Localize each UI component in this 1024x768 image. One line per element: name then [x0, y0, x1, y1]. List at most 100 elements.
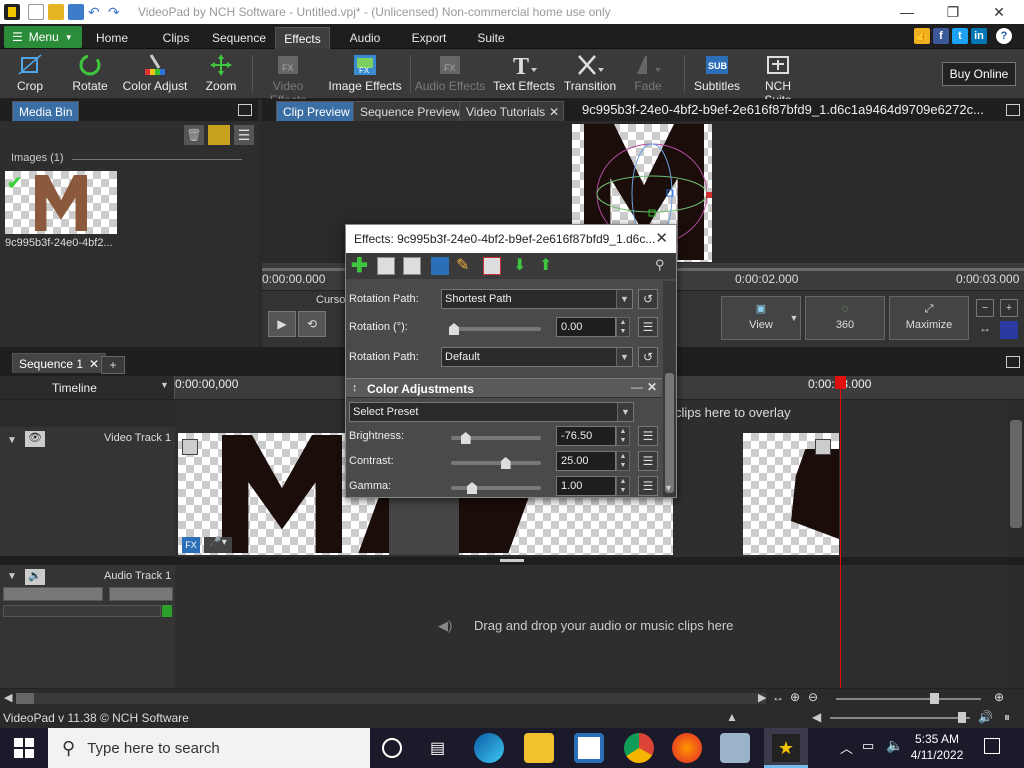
rotation-slider[interactable] [451, 327, 541, 331]
maximize-button[interactable]: ⤢ Maximize [889, 296, 969, 340]
zoom-in-icon[interactable]: + [1000, 299, 1018, 317]
speaker-icon[interactable]: 🔊 [25, 569, 45, 585]
tab-sequence[interactable]: Sequence [210, 27, 268, 49]
fit-timeline-icon[interactable]: ↔ [772, 690, 784, 704]
view-dropdown-icon[interactable]: ▼ [786, 296, 802, 340]
save-preset-icon[interactable] [431, 257, 449, 275]
tab-clip-preview[interactable]: Clip Preview [276, 101, 357, 121]
volume-icon[interactable]: 🔈 [886, 737, 903, 754]
contrast-slider[interactable] [451, 461, 541, 465]
mic-icon[interactable]: 🎤▾ [204, 537, 232, 553]
minimize-button[interactable]: — [884, 0, 930, 24]
volume-knob[interactable] [958, 712, 966, 723]
photos-icon[interactable] [720, 733, 750, 763]
network-icon[interactable]: ▭ [862, 738, 874, 754]
redo-icon[interactable]: ↷ [108, 4, 124, 20]
zoom-fit-icon[interactable]: ⊕ [790, 690, 800, 704]
brightness-input[interactable]: -76.50 [556, 426, 616, 446]
gamma-input[interactable]: 1.00 [556, 476, 616, 496]
move-up-icon[interactable]: ⬆ [539, 255, 552, 275]
audio-track[interactable]: ◀) Drag and drop your audio or music cli… [175, 565, 1008, 688]
color-adjustments-section[interactable]: ↕ Color Adjustments — ✕ [346, 378, 662, 398]
volume-slider[interactable] [3, 587, 103, 601]
facebook-icon[interactable]: f [933, 28, 949, 44]
thumbs-up-icon[interactable]: 👍 [914, 28, 930, 44]
playhead-handle[interactable] [835, 376, 846, 389]
scroll-left-icon[interactable]: ◀ [4, 691, 12, 704]
delete-effect-icon[interactable] [483, 257, 501, 275]
restore-button[interactable]: ❐ [930, 0, 976, 24]
fade-button[interactable]: Fade [628, 51, 668, 97]
speaker-icon[interactable]: 🔊 [978, 710, 993, 724]
tab-export[interactable]: Export [404, 27, 454, 49]
buy-online-button[interactable]: Buy Online [942, 62, 1016, 86]
slider-knob[interactable] [467, 482, 477, 494]
fit-icon[interactable]: ↔ [976, 321, 994, 339]
linkedin-icon[interactable]: in [971, 28, 987, 44]
effects-scrollbar[interactable]: ▼ [663, 281, 676, 497]
store-icon[interactable] [574, 733, 604, 763]
close-dialog-icon[interactable]: ✕ [655, 225, 668, 253]
list-view-icon[interactable]: ☰ [234, 125, 254, 145]
chrome-icon[interactable] [624, 733, 654, 763]
spinner-icon[interactable]: ▲ ▼ [616, 451, 630, 471]
slider-knob[interactable] [500, 457, 511, 469]
timeline-dropdown-icon[interactable]: ▼ [160, 380, 169, 390]
fade-in-icon[interactable] [182, 439, 198, 455]
rotate-button[interactable]: Rotate [68, 51, 112, 97]
snapshot-icon[interactable] [1000, 321, 1018, 339]
close-icon[interactable]: ✕ [647, 380, 657, 394]
undock-icon[interactable] [238, 104, 252, 116]
collapse-icon[interactable]: ▼ [7, 571, 17, 582]
mute-icon[interactable]: ◀ [812, 710, 821, 724]
cortana-icon[interactable] [382, 738, 402, 758]
color-adjust-button[interactable]: Color Adjust [122, 51, 188, 97]
file-explorer-icon[interactable] [524, 733, 554, 763]
zoom-button[interactable]: Zoom [202, 51, 240, 97]
task-view-icon[interactable]: ▤ [430, 738, 445, 758]
help-icon[interactable]: ? [996, 28, 1012, 44]
new-file-icon[interactable] [28, 4, 44, 20]
tab-video-tutorials[interactable]: Video Tutorials ✕ [459, 101, 565, 122]
tab-home[interactable]: Home [88, 27, 136, 49]
timeline-zoom-slider[interactable] [836, 698, 981, 700]
eye-icon[interactable]: 👁 [25, 431, 45, 447]
remove-keyframe-icon[interactable] [403, 257, 421, 275]
rotation-input[interactable]: 0.00 [556, 317, 616, 337]
zoom-out-icon[interactable]: ⊖ [808, 690, 818, 704]
video-effects-button[interactable]: FX Video Effects [254, 51, 322, 107]
tab-media-bin[interactable]: Media Bin [12, 101, 80, 121]
close-icon[interactable]: ✕ [549, 102, 559, 122]
loop-button[interactable]: ⟲ [298, 311, 326, 337]
image-effects-button[interactable]: FX Image Effects [328, 51, 402, 97]
video-clip[interactable] [743, 433, 839, 555]
audio-effects-button[interactable]: FX Audio Effects [414, 51, 486, 97]
gamma-slider[interactable] [451, 486, 541, 490]
expand-icon[interactable]: ▲ [726, 710, 738, 724]
tab-effects[interactable]: Effects [275, 27, 330, 49]
subtitles-button[interactable]: SUB Subtitles [692, 51, 742, 97]
edge-icon[interactable] [474, 733, 504, 763]
undo-icon[interactable]: ↶ [88, 4, 104, 20]
add-effect-icon[interactable]: ✚ [351, 256, 371, 276]
video-clip[interactable]: FX 🎤▾ [178, 433, 343, 555]
play-button[interactable]: ▶ [268, 311, 296, 337]
show-hidden-icons[interactable]: ︿ [840, 738, 853, 757]
taskbar-active-app[interactable]: ★ [764, 728, 808, 768]
close-window-button[interactable]: ✕ [976, 0, 1022, 24]
transition-button[interactable]: Transition [562, 51, 618, 97]
edit-icon[interactable]: ✎ [456, 255, 469, 275]
pin-icon[interactable]: ⚲ [655, 257, 665, 273]
slider-knob[interactable] [449, 323, 459, 335]
tab-audio[interactable]: Audio [340, 27, 390, 49]
zoom-in-icon[interactable]: ⊕ [994, 690, 1004, 704]
menu-icon[interactable]: ☰ [638, 426, 658, 446]
add-keyframe-icon[interactable] [377, 257, 395, 275]
slider-knob[interactable] [460, 432, 471, 444]
tab-sequence-preview[interactable]: Sequence Preview [353, 101, 468, 121]
firefox-icon[interactable] [672, 733, 702, 763]
open-folder-icon[interactable] [48, 4, 64, 20]
text-effects-button[interactable]: T Text Effects [492, 51, 556, 97]
master-volume-slider[interactable] [830, 717, 970, 719]
add-sequence-button[interactable]: + [101, 356, 125, 374]
